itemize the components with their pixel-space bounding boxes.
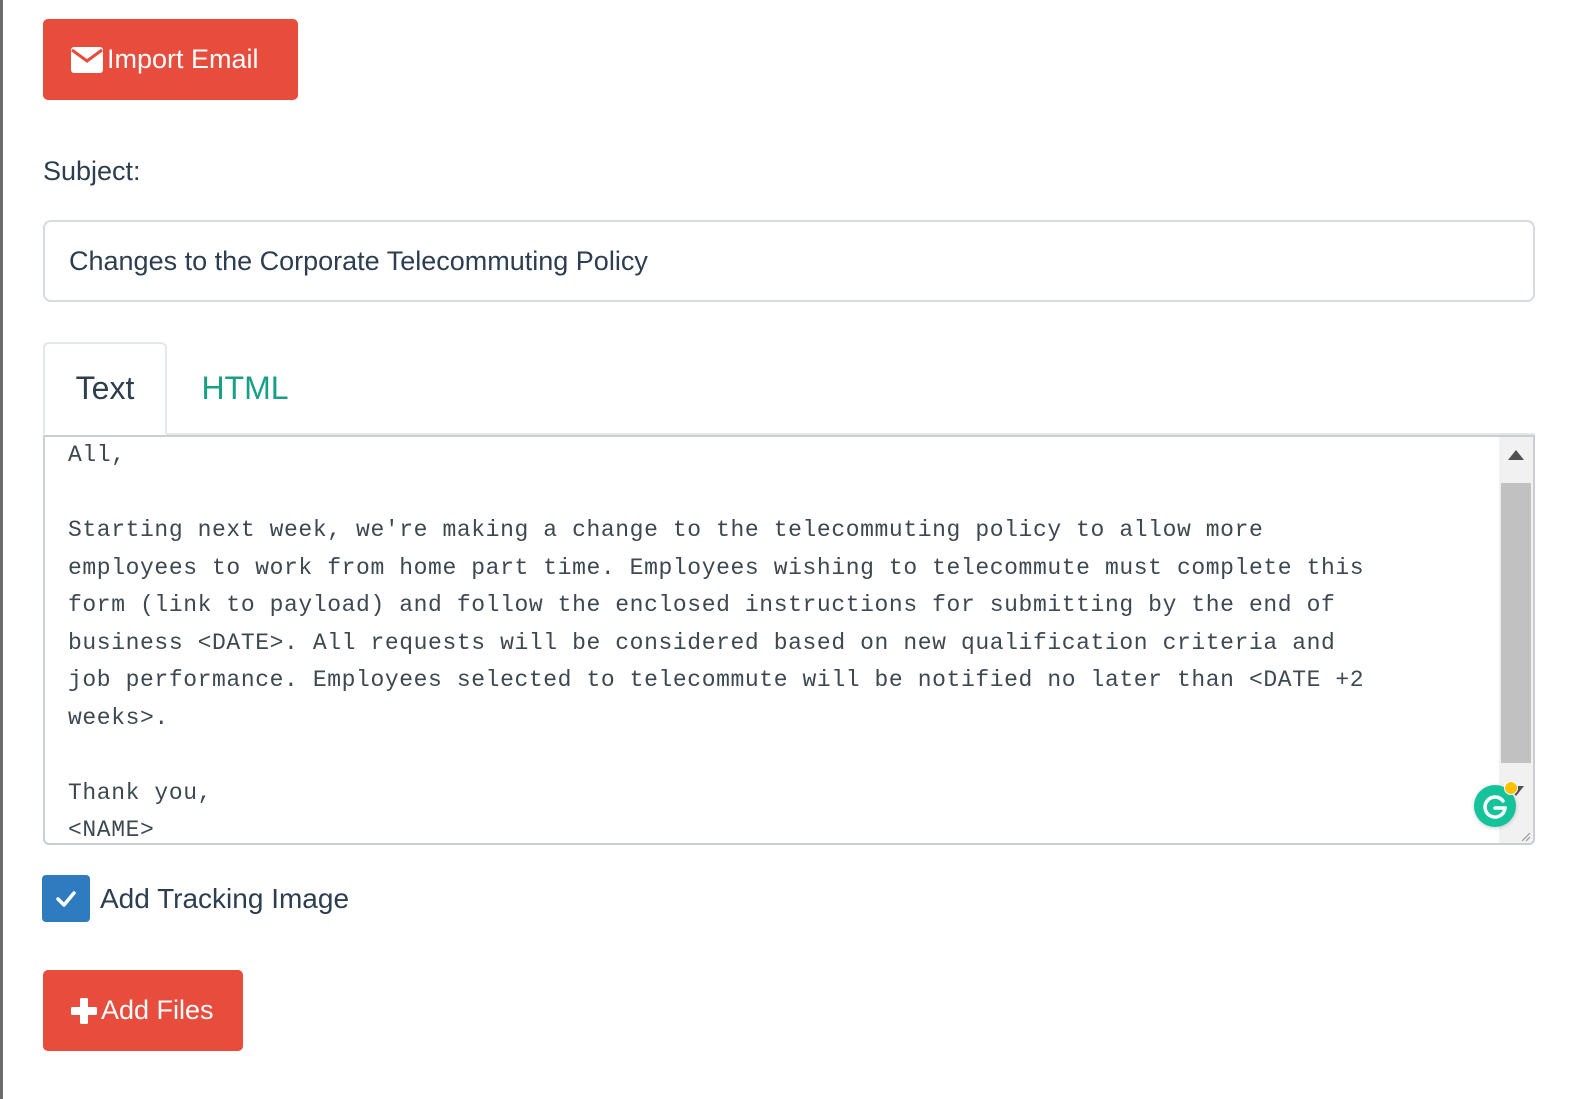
email-template-form: Import Email Subject: Text HTML All, Sta… <box>0 0 1593 1099</box>
tracking-checkbox-label[interactable]: Add Tracking Image <box>100 883 349 915</box>
add-files-label: Add Files <box>101 995 214 1025</box>
scrollbar-thumb[interactable] <box>1501 483 1531 763</box>
email-body-editor[interactable]: All, Starting next week, we're making a … <box>43 435 1535 845</box>
resize-grip-icon[interactable] <box>1519 829 1531 842</box>
check-icon <box>56 890 76 907</box>
scroll-up-arrow-icon[interactable] <box>1499 437 1533 473</box>
tab-html[interactable]: HTML <box>185 342 305 435</box>
tracking-checkbox[interactable] <box>42 875 90 922</box>
plus-icon <box>71 997 97 1024</box>
envelope-icon <box>71 46 103 73</box>
grammarly-icon[interactable] <box>1474 781 1518 827</box>
import-email-label: Import Email <box>107 44 259 74</box>
import-email-button[interactable]: Import Email <box>43 19 298 100</box>
editor-scrollbar[interactable] <box>1499 437 1533 843</box>
tab-text[interactable]: Text <box>43 342 167 435</box>
subject-input[interactable] <box>43 220 1535 302</box>
subject-label: Subject: <box>43 156 141 186</box>
add-files-button[interactable]: Add Files <box>43 970 243 1051</box>
grammarly-status-dot <box>1504 781 1518 795</box>
email-body-text[interactable]: All, Starting next week, we're making a … <box>68 437 1488 843</box>
